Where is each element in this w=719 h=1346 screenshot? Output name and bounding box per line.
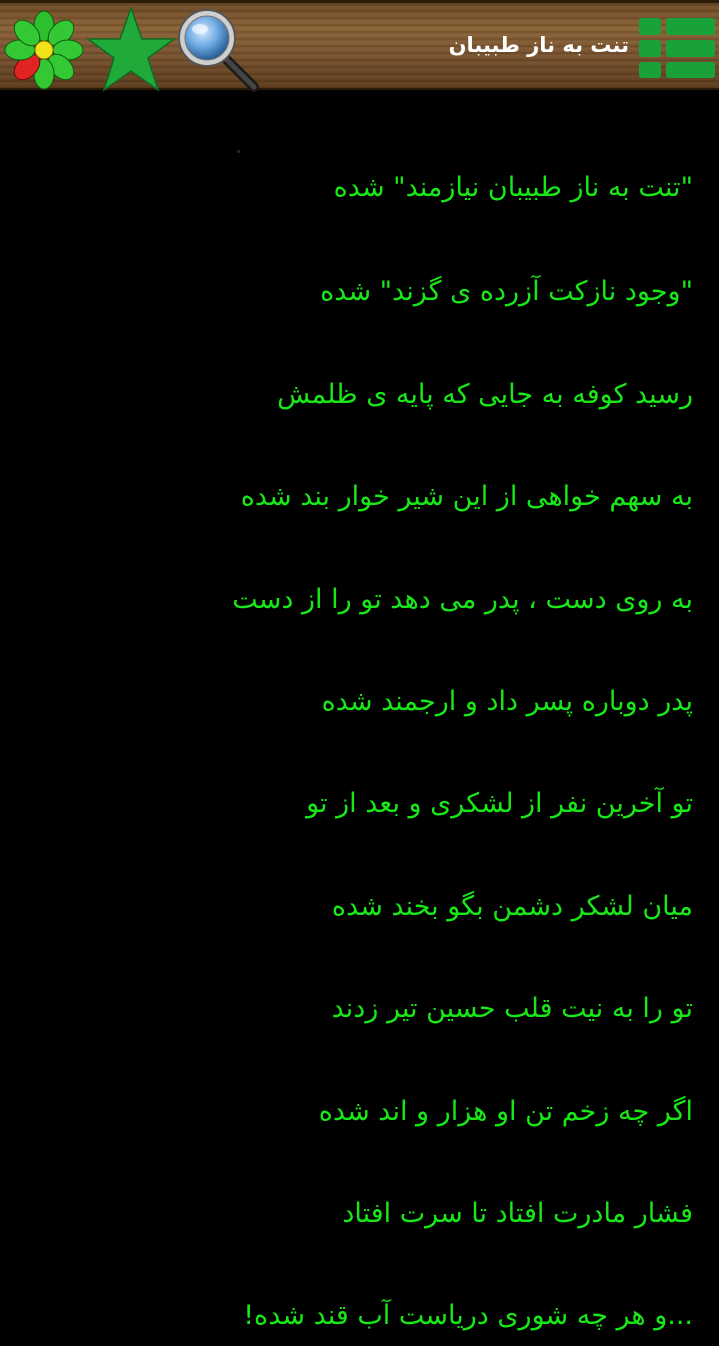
poem-line: "تنت به ناز طبیبان نیازمند" شده (333, 172, 693, 203)
poem-line: تو آخرین نفر از لشکری و بعد از تو (306, 788, 693, 819)
app-toolbar: تنت به ناز طبیبان (0, 0, 719, 93)
poem-line: "وجود نازکت آزرده ی گزند" شده (320, 276, 693, 307)
poem-line: رسید کوفه به جایی که پایه ی ظلمش (277, 379, 693, 410)
poem-line: اگر چه زخم تن او هزار و اند شده (318, 1096, 693, 1127)
app-title: تنت به ناز طبیبان (448, 33, 629, 57)
poem-line: ...و هر چه شوری دریاست آب قند شده! (243, 1300, 693, 1331)
poem-line: پدر دوباره پسر داد و ارجمند شده (321, 686, 693, 717)
poem-line: فشار مادرت افتاد تا سرت افتاد (342, 1198, 693, 1229)
poem-line: به روی دست ، پدر می دهد تو را از دست (232, 584, 693, 615)
menu-grid-icon[interactable] (639, 18, 715, 78)
star-icon[interactable] (85, 5, 177, 93)
poem-line: به سهم خواهی از این شیر خوار بند شده (240, 481, 693, 512)
poem-line: تو را به نیت قلب حسین تیر زدند (331, 993, 693, 1024)
icq-flower-icon[interactable] (2, 8, 86, 92)
poem-line: میان لشکر دشمن بگو بخند شده (331, 891, 693, 922)
decorative-dot (237, 150, 240, 153)
poem-content: "تنت به ناز طبیبان نیازمند" شده "وجود نا… (0, 90, 719, 1346)
search-icon[interactable] (172, 5, 262, 93)
